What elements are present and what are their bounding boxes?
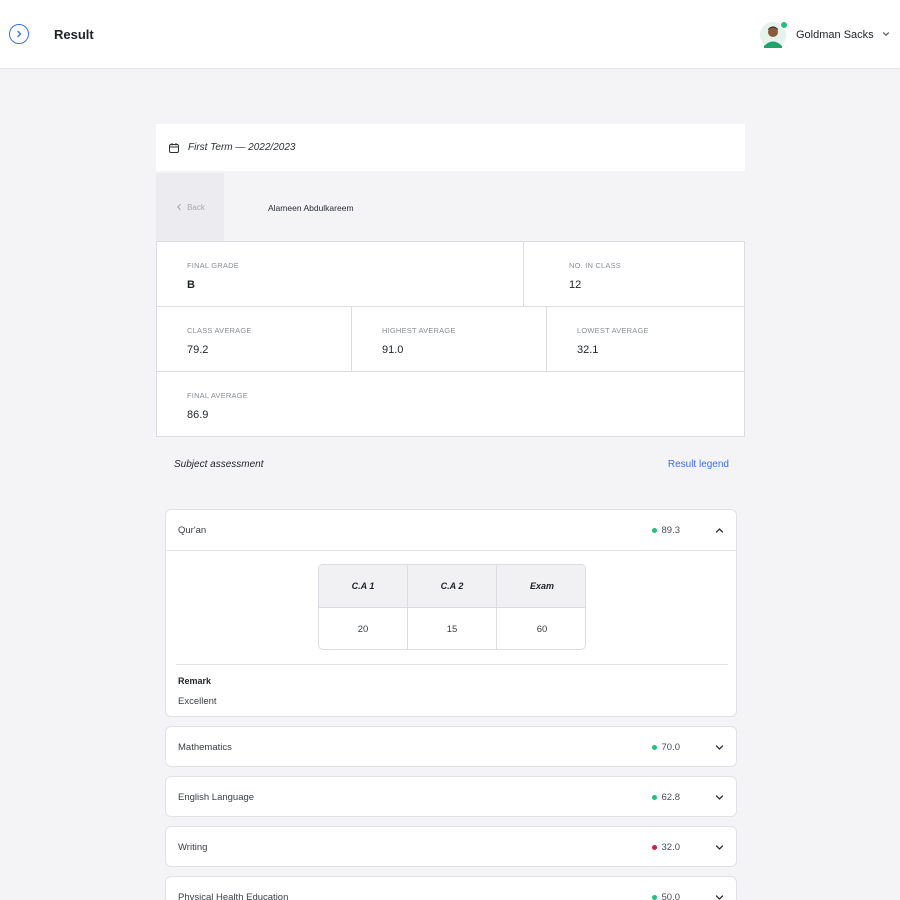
subject-score: 70.0 <box>651 742 681 753</box>
subject-card-writing[interactable]: Writing 32.0 <box>165 826 737 867</box>
section-title: Subject assessment <box>174 459 264 470</box>
score-value: 70.0 <box>661 742 681 753</box>
table-header: Exam <box>497 565 585 608</box>
subject-header[interactable]: English Language 62.8 <box>166 777 736 817</box>
remark-label: Remark <box>178 676 212 686</box>
stat-label: FINAL GRADE <box>187 261 239 270</box>
stat-value: 32.1 <box>577 344 599 356</box>
score-value: 50.0 <box>661 892 681 900</box>
divider <box>176 664 728 665</box>
subject-score: 89.3 <box>651 525 681 536</box>
stat-value: 86.9 <box>187 409 209 421</box>
term-label: First Term — 2022/2023 <box>188 142 296 153</box>
subject-score: 50.0 <box>651 892 681 900</box>
chevron-right-icon <box>17 30 22 38</box>
back-button[interactable]: Back <box>156 173 224 241</box>
chevron-down-icon[interactable] <box>712 790 726 804</box>
result-legend-link[interactable]: Result legend <box>668 459 729 470</box>
page-title: Result <box>54 27 94 42</box>
calendar-icon <box>169 142 179 153</box>
stat-highest-average: HIGHEST AVERAGE 91.0 <box>352 307 547 372</box>
stat-label: HIGHEST AVERAGE <box>382 326 456 335</box>
stat-no-in-class: NO. IN CLASS 12 <box>524 242 744 307</box>
stat-label: FINAL AVERAGE <box>187 391 248 400</box>
subject-header[interactable]: Writing 32.0 <box>166 827 736 867</box>
table-header: C.A 2 <box>408 565 497 608</box>
subject-card-physical-health-education[interactable]: Physical Health Education 50.0 <box>165 876 737 900</box>
status-dot <box>651 895 657 900</box>
stat-lowest-average: LOWEST AVERAGE 32.1 <box>547 307 744 372</box>
subject-header[interactable]: Qur'an 89.3 <box>166 510 736 550</box>
table-cell: 20 <box>319 608 408 649</box>
table-header: C.A 1 <box>319 565 408 608</box>
subject-name: Physical Health Education <box>178 892 289 900</box>
subject-score: 62.8 <box>651 792 681 803</box>
score-value: 32.0 <box>661 842 681 853</box>
status-dot <box>651 845 657 850</box>
user-menu[interactable]: Goldman Sacks <box>760 20 890 50</box>
online-status-dot <box>780 21 788 29</box>
stat-class-average: CLASS AVERAGE 79.2 <box>157 307 352 372</box>
stat-value: 12 <box>569 279 582 291</box>
subject-score: 32.0 <box>651 842 681 853</box>
term-selector[interactable]: First Term — 2022/2023 <box>156 124 745 171</box>
expand-sidebar-button[interactable] <box>9 24 29 44</box>
table-cell: 15 <box>408 608 497 649</box>
chevron-down-icon <box>882 30 890 40</box>
divider <box>166 550 736 551</box>
stat-value: 91.0 <box>382 344 404 356</box>
subject-card-mathematics[interactable]: Mathematics 70.0 <box>165 726 737 767</box>
avatar <box>760 21 788 48</box>
stat-label: NO. IN CLASS <box>569 261 621 270</box>
stat-value: 79.2 <box>187 344 209 356</box>
chevron-left-icon <box>177 203 181 211</box>
stat-final-average: FINAL AVERAGE 86.9 <box>157 372 744 436</box>
subject-assessment-header: Subject assessment Result legend <box>156 437 745 491</box>
stat-final-grade: FINAL GRADE B <box>157 242 524 307</box>
subject-name: English Language <box>178 792 255 803</box>
chevron-down-icon[interactable] <box>712 890 726 900</box>
subject-name: Qur'an <box>178 525 207 536</box>
score-value: 89.3 <box>661 525 681 536</box>
subject-header[interactable]: Mathematics 70.0 <box>166 727 736 767</box>
score-breakdown-table: C.A 1 C.A 2 Exam 20 15 60 <box>318 564 586 650</box>
subject-card-english-language[interactable]: English Language 62.8 <box>165 776 737 817</box>
status-dot <box>651 528 657 533</box>
result-summary: FINAL GRADE B NO. IN CLASS 12 CLASS AVER… <box>156 241 745 437</box>
stat-label: CLASS AVERAGE <box>187 326 252 335</box>
stat-label: LOWEST AVERAGE <box>577 326 649 335</box>
student-header: Back Alameen Abdulkareem <box>156 173 745 241</box>
stat-value: B <box>187 279 195 291</box>
chevron-down-icon[interactable] <box>712 740 726 754</box>
status-dot <box>651 795 657 800</box>
status-dot <box>651 745 657 750</box>
score-value: 62.8 <box>661 792 681 803</box>
student-name: Alameen Abdulkareem <box>268 203 354 213</box>
user-name: Goldman Sacks <box>796 29 874 41</box>
subject-name: Mathematics <box>178 742 232 753</box>
remark-value: Excellent <box>178 696 217 707</box>
table-cell: 60 <box>536 624 548 635</box>
chevron-down-icon[interactable] <box>712 840 726 854</box>
subject-name: Writing <box>178 842 208 853</box>
back-label: Back <box>187 202 205 212</box>
subject-header[interactable]: Physical Health Education 50.0 <box>166 877 736 900</box>
subject-card-quran: Qur'an 89.3 C.A 1 C.A 2 Exam 20 15 60 Re… <box>165 509 737 717</box>
chevron-up-icon[interactable] <box>712 523 726 537</box>
top-bar: Result Goldman Sacks <box>0 0 900 69</box>
